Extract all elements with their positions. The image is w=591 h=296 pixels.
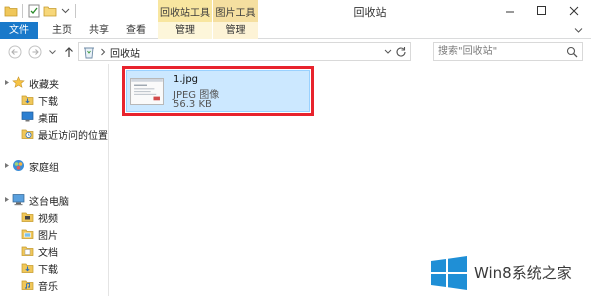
expand-arrow-icon[interactable]	[4, 162, 10, 169]
sidebar-item-desktop[interactable]: 桌面	[0, 108, 108, 125]
star-icon	[12, 76, 25, 88]
file-size: 56.3 KB	[173, 99, 212, 110]
expand-arrow-icon[interactable]	[4, 79, 10, 86]
toolbar-separator	[75, 4, 76, 18]
highlight-box: 1.jpg JPEG 图像 56.3 KB	[122, 66, 314, 116]
up-arrow-icon[interactable]	[62, 45, 76, 59]
tab-share[interactable]: 共享	[84, 22, 114, 39]
toolbar-separator	[22, 4, 23, 18]
computer-icon	[12, 194, 25, 206]
file-name: 1.jpg	[173, 74, 199, 85]
context-group-label: 回收站工具	[160, 8, 210, 19]
file-item[interactable]: 1.jpg JPEG 图像 56.3 KB	[126, 70, 310, 112]
new-folder-icon[interactable]	[43, 3, 57, 18]
sidebar-item-label: 下载	[38, 265, 58, 276]
sidebar-item-pictures[interactable]: 图片	[0, 225, 108, 242]
navigation-pane: 收藏夹 下载 桌面 最近访问的位置 家庭组 这台电脑 视频 图片 文档 下载 音…	[0, 64, 108, 296]
watermark-text: Win8系统之家	[474, 264, 572, 282]
pictures-folder-icon	[21, 229, 34, 239]
tab-manage-picture[interactable]: 管理	[212, 22, 258, 39]
sidebar-item-label: 这台电脑	[29, 197, 69, 208]
homegroup-icon	[13, 160, 24, 171]
sidebar-item-label: 下载	[38, 97, 58, 108]
refresh-icon[interactable]	[395, 46, 407, 58]
back-arrow-icon[interactable]	[8, 45, 22, 59]
recycle-bin-icon	[84, 47, 94, 59]
watermark: Win8系统之家	[428, 254, 588, 292]
sidebar-item-this-pc[interactable]: 这台电脑	[0, 191, 108, 208]
window-title: 回收站	[353, 6, 387, 19]
tab-view[interactable]: 查看	[118, 22, 154, 39]
expand-ribbon-icon[interactable]	[574, 27, 583, 34]
chevron-right-icon[interactable]	[100, 48, 106, 56]
sidebar-item-label: 音乐	[38, 282, 58, 293]
search-icon[interactable]	[566, 46, 578, 58]
downloads-folder-icon	[21, 263, 34, 273]
forward-arrow-icon[interactable]	[28, 45, 42, 59]
title-bar: 回收站工具 图片工具 回收站	[0, 0, 591, 22]
sidebar-item-label: 最近访问的位置	[38, 131, 108, 142]
recycle-bin-tools-group: 回收站工具	[158, 0, 212, 22]
sidebar-item-downloads[interactable]: 下载	[0, 259, 108, 276]
sidebar-item-downloads[interactable]: 下载	[0, 91, 108, 108]
search-input[interactable]	[438, 44, 562, 59]
expand-arrow-icon[interactable]	[4, 196, 10, 203]
sidebar-item-label: 收藏夹	[29, 80, 59, 91]
picture-tools-group: 图片工具	[212, 0, 258, 22]
sidebar-item-label: 文档	[38, 248, 58, 259]
sidebar-item-favorites[interactable]: 收藏夹	[0, 74, 108, 91]
sidebar-item-label: 家庭组	[29, 163, 59, 174]
sidebar-item-label: 视频	[38, 214, 58, 225]
sidebar-item-label: 图片	[38, 231, 58, 242]
navigation-bar: 回收站	[0, 39, 591, 64]
ribbon-tabs: 文件 主页 共享 查看 管理 管理	[0, 22, 591, 39]
recent-locations-icon[interactable]	[48, 45, 57, 59]
close-icon[interactable]	[559, 0, 589, 22]
window-controls	[495, 0, 591, 22]
tab-manage-recycle-bin[interactable]: 管理	[158, 22, 212, 39]
context-group-label: 图片工具	[215, 8, 256, 19]
minimize-icon[interactable]	[495, 0, 525, 22]
properties-icon[interactable]	[28, 3, 40, 18]
sidebar-item-videos[interactable]: 视频	[0, 208, 108, 225]
address-bar[interactable]: 回收站	[78, 42, 411, 61]
desktop-icon	[21, 111, 34, 122]
address-path[interactable]: 回收站	[110, 45, 140, 60]
documents-folder-icon	[21, 246, 34, 256]
recent-places-icon	[21, 129, 34, 139]
folder-icon[interactable]	[4, 3, 18, 18]
address-dropdown-icon[interactable]	[384, 49, 392, 55]
sidebar-item-documents[interactable]: 文档	[0, 242, 108, 259]
music-folder-icon	[21, 280, 34, 290]
sidebar-item-recent-places[interactable]: 最近访问的位置	[0, 125, 108, 142]
tab-home[interactable]: 主页	[44, 22, 80, 39]
windows-logo-icon	[431, 256, 467, 290]
sidebar-item-music[interactable]: 音乐	[0, 276, 108, 293]
tab-file[interactable]: 文件	[0, 22, 38, 39]
sidebar-item-homegroup[interactable]: 家庭组	[0, 157, 108, 174]
videos-folder-icon	[21, 212, 34, 222]
downloads-folder-icon	[21, 95, 34, 105]
chevron-down-icon[interactable]	[61, 3, 70, 18]
search-box	[433, 42, 583, 61]
maximize-icon[interactable]	[527, 0, 557, 22]
image-thumbnail-icon	[130, 78, 164, 105]
sidebar-item-label: 桌面	[38, 114, 58, 125]
